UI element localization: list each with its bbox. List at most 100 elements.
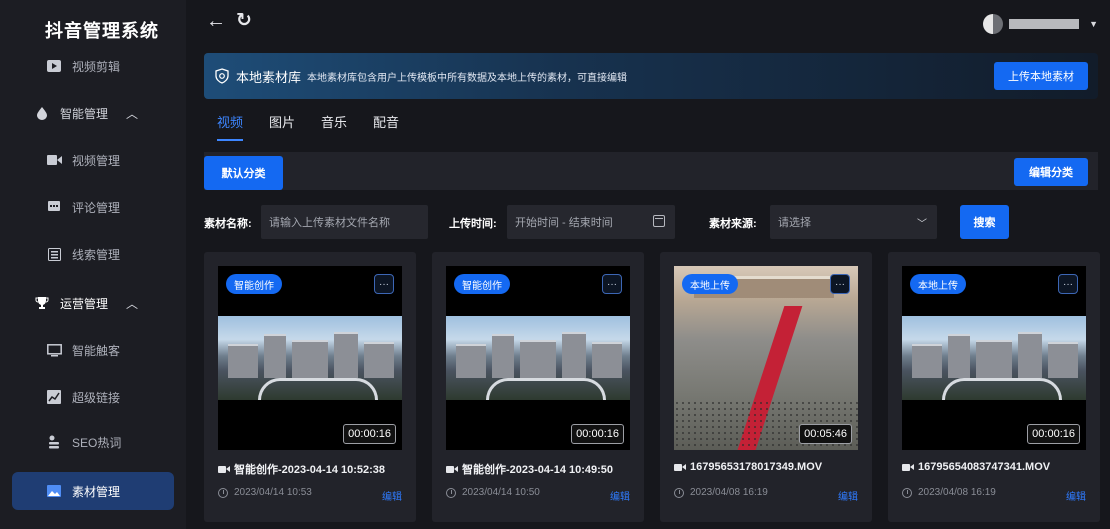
chart-link-icon — [46, 389, 62, 405]
video-thumbnail[interactable]: 智能创作 ··· 00:00:16 — [446, 266, 630, 450]
shield-icon — [214, 68, 230, 84]
video-thumbnail[interactable]: 本地上传 ··· 00:05:46 — [674, 266, 858, 450]
card-date: 2023/04/14 10:50 — [446, 487, 540, 498]
sidebar-item-video-edit[interactable]: 视频剪辑 — [0, 46, 186, 86]
sidebar-item-label: 运营管理 — [60, 296, 109, 311]
user-menu[interactable]: ▼ — [983, 14, 1098, 34]
sidebar-item-super-link[interactable]: 超级链接 — [0, 377, 186, 417]
sidebar-item-material-management[interactable]: 素材管理 — [12, 472, 174, 510]
clock-icon — [674, 487, 684, 498]
source-badge: 本地上传 — [682, 274, 738, 294]
edit-link[interactable]: 编辑 — [1066, 488, 1086, 503]
material-card[interactable]: 本地上传 ··· 00:00:16 16795654083747341.MOV … — [888, 252, 1100, 522]
edit-category-button[interactable]: 编辑分类 — [1014, 158, 1088, 186]
card-date-text: 2023/04/08 16:19 — [918, 487, 996, 498]
thumbnail-image — [902, 316, 1086, 400]
clue-list-icon — [46, 246, 62, 262]
clock-icon — [446, 487, 456, 498]
sidebar-group-operations[interactable]: 运营管理 ︿ — [0, 283, 186, 323]
card-date: 2023/04/08 16:19 — [674, 487, 768, 498]
trophy-icon — [34, 295, 50, 311]
sidebar-item-label: SEO热词 — [72, 435, 122, 450]
sidebar: 抖音管理系统 视频剪辑 智能管理 ︿ 视频管理 评论管理 线索管理 运营管理 ︿… — [0, 0, 186, 529]
material-name-input[interactable]: 请输入上传素材文件名称 — [261, 205, 428, 239]
source-badge: 智能创作 — [454, 274, 510, 294]
monitor-icon — [46, 342, 62, 358]
more-options-button[interactable]: ··· — [830, 274, 850, 294]
material-card[interactable]: 智能创作 ··· 00:00:16 智能创作-2023-04-14 10:52:… — [204, 252, 416, 522]
filter-bar: 素材名称: 请输入上传素材文件名称 上传时间: 开始时间 - 结束时间 素材来源… — [204, 205, 1098, 239]
clock-icon — [218, 487, 228, 498]
card-date-text: 2023/04/14 10:50 — [462, 487, 540, 498]
tab-video[interactable]: 视频 — [217, 112, 244, 141]
username-redacted — [1009, 19, 1080, 29]
image-icon — [46, 483, 62, 499]
more-options-button[interactable]: ··· — [1058, 274, 1078, 294]
refresh-icon[interactable]: ↻ — [236, 9, 252, 32]
card-title: 智能创作-2023-04-14 10:52:38 — [218, 461, 385, 477]
app-title: 抖音管理系统 — [45, 21, 159, 41]
thumbnail-image — [218, 316, 402, 400]
sidebar-group-smart-management[interactable]: 智能管理 ︿ — [0, 93, 186, 133]
seo-icon — [46, 434, 62, 450]
card-date-text: 2023/04/14 10:53 — [234, 487, 312, 498]
sidebar-item-smart-reach[interactable]: 智能触客 — [0, 330, 186, 370]
card-title-text: 16795654083747341.MOV — [918, 461, 1051, 473]
edit-link[interactable]: 编辑 — [838, 488, 858, 503]
card-date: 2023/04/08 16:19 — [902, 487, 996, 498]
chevron-up-icon: ︿ — [126, 106, 139, 121]
sidebar-item-comment-management[interactable]: 评论管理 — [0, 187, 186, 227]
card-date: 2023/04/14 10:53 — [218, 487, 312, 498]
sidebar-item-label: 视频管理 — [72, 153, 121, 168]
sidebar-item-clue-management[interactable]: 线索管理 — [0, 234, 186, 274]
tab-voiceover[interactable]: 配音 — [373, 112, 399, 141]
category-bar: 默认分类 编辑分类 — [204, 152, 1098, 190]
material-card[interactable]: 本地上传 ··· 00:05:46 16795653178017349.MOV … — [660, 252, 872, 522]
calendar-icon — [653, 215, 665, 227]
video-duration: 00:00:16 — [571, 424, 624, 444]
clock-icon — [902, 487, 912, 498]
sidebar-item-label: 素材管理 — [72, 484, 121, 499]
chevron-down-icon: ﹀ — [917, 219, 927, 230]
video-thumbnail[interactable]: 本地上传 ··· 00:00:16 — [902, 266, 1086, 450]
thumbnail-image — [446, 316, 630, 400]
comment-icon — [46, 199, 62, 215]
more-options-button[interactable]: ··· — [374, 274, 394, 294]
source-placeholder: 请选择 — [778, 217, 811, 229]
source-badge: 本地上传 — [910, 274, 966, 294]
video-camera-icon — [674, 463, 686, 472]
chevron-up-icon: ︿ — [126, 296, 139, 311]
sidebar-item-video-management[interactable]: 视频管理 — [0, 140, 186, 180]
avatar — [983, 14, 1004, 34]
upload-local-material-button[interactable]: 上传本地素材 — [994, 62, 1088, 90]
source-badge: 智能创作 — [226, 274, 282, 294]
edit-link[interactable]: 编辑 — [382, 488, 402, 503]
back-arrow-icon[interactable]: ← — [206, 10, 226, 33]
tab-music[interactable]: 音乐 — [321, 112, 347, 141]
sidebar-item-seo-hotwords[interactable]: SEO热词 — [0, 422, 186, 462]
info-banner: 本地素材库 本地素材库包含用户上传模板中所有数据及本地上传的素材，可直接编辑 上… — [204, 53, 1098, 99]
material-source-select[interactable]: 请选择 ﹀ — [770, 205, 937, 239]
card-date-text: 2023/04/08 16:19 — [690, 487, 768, 498]
sidebar-item-label: 智能触客 — [72, 343, 121, 358]
category-default-button[interactable]: 默认分类 — [204, 156, 283, 190]
edit-link[interactable]: 编辑 — [610, 488, 630, 503]
tab-image[interactable]: 图片 — [269, 112, 295, 141]
search-button[interactable]: 搜索 — [960, 205, 1009, 239]
sidebar-item-label: 评论管理 — [72, 200, 121, 215]
drop-icon — [34, 105, 50, 121]
video-camera-icon — [46, 152, 62, 168]
card-title-text: 智能创作-2023-04-14 10:49:50 — [462, 464, 614, 476]
banner-description: 本地素材库包含用户上传模板中所有数据及本地上传的素材，可直接编辑 — [307, 72, 628, 84]
time-range-placeholder: 开始时间 - 结束时间 — [515, 217, 613, 229]
video-duration: 00:05:46 — [799, 424, 852, 444]
more-options-button[interactable]: ··· — [602, 274, 622, 294]
video-duration: 00:00:16 — [343, 424, 396, 444]
card-title: 16795653178017349.MOV — [674, 461, 822, 473]
card-title-text: 16795653178017349.MOV — [690, 461, 823, 473]
material-card[interactable]: 智能创作 ··· 00:00:16 智能创作-2023-04-14 10:49:… — [432, 252, 644, 522]
sidebar-item-label: 线索管理 — [72, 247, 121, 262]
video-camera-icon — [446, 465, 458, 474]
video-thumbnail[interactable]: 智能创作 ··· 00:00:16 — [218, 266, 402, 450]
upload-time-range-picker[interactable]: 开始时间 - 结束时间 — [507, 205, 675, 239]
